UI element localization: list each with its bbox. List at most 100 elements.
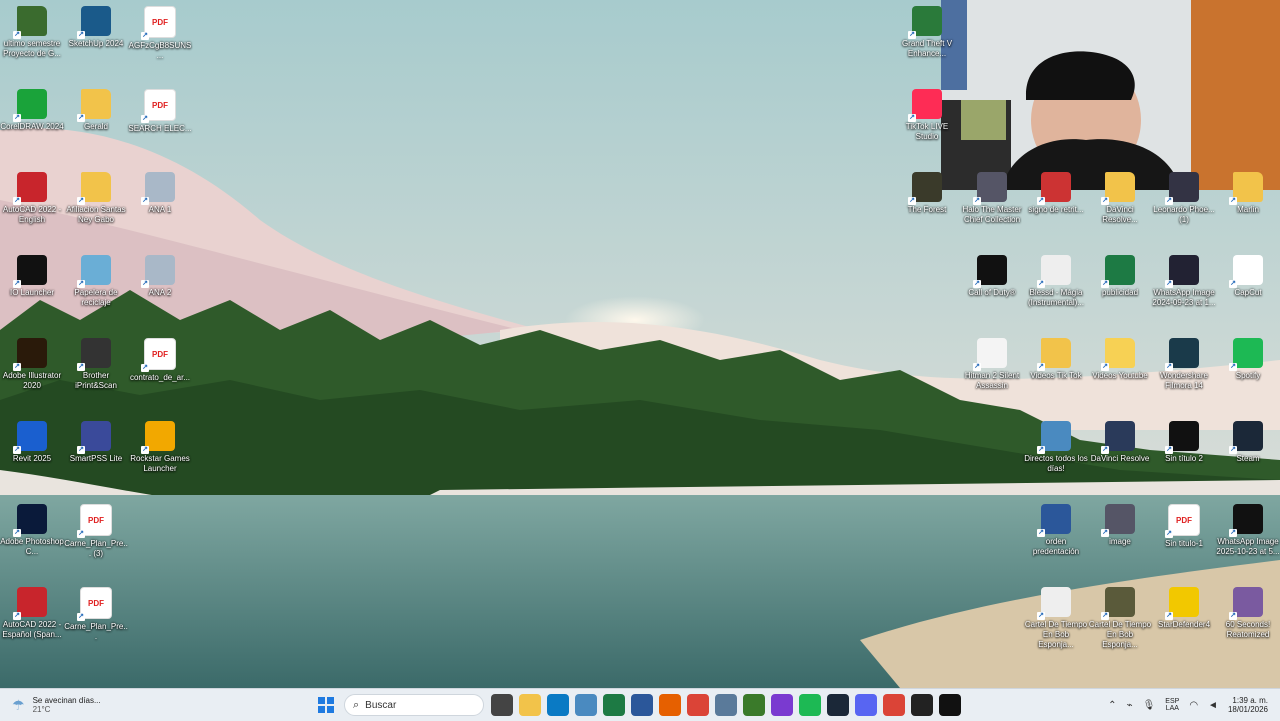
desktop-icon[interactable]: ↗ SmartPSS Lite [64, 417, 128, 464]
taskbar-search[interactable]: ⌕ Buscar [344, 694, 484, 716]
desktop-icon[interactable]: ↗ AutoCAD 2022 - English [0, 168, 64, 225]
desktop-icon-label: DaVinci Resolve... [1102, 205, 1138, 224]
image-icon: ↗ [1165, 172, 1199, 205]
shortcut-arrow-icon: ↗ [77, 114, 85, 122]
desktop-icon[interactable]: ↗ Rockstar Games Launcher [128, 417, 192, 474]
volume-icon[interactable]: ◄ [1208, 700, 1218, 711]
desktop-icon[interactable]: ↗ image [1088, 500, 1152, 547]
language-top: ESP [1165, 698, 1180, 705]
spotify-icon[interactable] [799, 694, 821, 716]
desktop-icon[interactable]: ↗ 60 Seconds! Reatomized [1216, 583, 1280, 640]
desktop-icon-label: SmartPSS Lite [69, 454, 123, 463]
desktop-icon[interactable]: ↗ Grand Theft V Enhance... [895, 2, 959, 59]
desktop-icon[interactable]: ↗ Steam [1216, 417, 1280, 464]
smartpss-icon: ↗ [77, 421, 111, 454]
photos-icon[interactable] [575, 694, 597, 716]
desktop-icon[interactable]: PDF ↗ AGFzCgB8SUNS... [128, 2, 192, 61]
desktop-icon[interactable]: ↗ WhatsApp Image 2025-10-23 at 5... [1216, 500, 1280, 557]
desktop-icon[interactable]: PDF ↗ Carne_Plan_Pre... [64, 583, 128, 642]
desktop-icon-label: contrato_de_ar... [129, 373, 191, 382]
start-button[interactable] [315, 694, 337, 716]
desktop-icon[interactable]: ↗ DaVinci Resolve... [1088, 168, 1152, 225]
chrome-profile-icon[interactable] [883, 694, 905, 716]
settings-icon[interactable] [715, 694, 737, 716]
steam-icon[interactable] [827, 694, 849, 716]
desktop-icon-label: Directos todos los días! [1024, 454, 1088, 473]
desktop-icon[interactable]: ↗ Revit 2025 [0, 417, 64, 464]
shortcut-arrow-icon: ↗ [1101, 363, 1109, 371]
desktop-icon[interactable]: ↗ AutoCAD 2022 - Español (Span... [0, 583, 64, 640]
microphone-icon[interactable]: 🎙 [1143, 700, 1156, 711]
desktop-icon[interactable]: ↗ Blessd - Mágia (Instrumental)... [1024, 251, 1088, 308]
desktop-icon[interactable]: ↗ Call of Duty® [960, 251, 1024, 298]
desktop-icon[interactable]: PDF ↗ Carne_Plan_Pre... (3) [64, 500, 128, 559]
shortcut-arrow-icon: ↗ [1101, 612, 1109, 620]
coreldraw-icon: ↗ [13, 89, 47, 122]
excel-icon[interactable] [603, 694, 625, 716]
wifi-icon[interactable]: ◠ [1189, 700, 1198, 711]
desktop-icon[interactable]: ↗ orden predentación [1024, 500, 1088, 557]
desktop-icon[interactable]: ↗ The Forest [895, 168, 959, 215]
desktop-icon[interactable]: ↗ Wondershare Filmora 14 [1152, 334, 1216, 391]
desktop-icon[interactable]: ↗ Videos Youtube [1088, 334, 1152, 381]
desktop-icon[interactable]: ↗ Directos todos los días! [1024, 417, 1088, 474]
clock-time: 1:39 a. m. [1232, 696, 1268, 705]
desktop-icon[interactable]: ↗ Marlin [1216, 168, 1280, 215]
shortcut-arrow-icon: ↗ [1037, 363, 1045, 371]
desktop-icon[interactable]: ↗ TikTok LIVE Studio [895, 85, 959, 142]
desktop-icon[interactable]: ↗ CapCut [1216, 251, 1280, 298]
weather-widget[interactable]: ☂ Se avecinan días... 21°C [0, 696, 312, 714]
desktop-icon[interactable]: PDF ↗ contrato_de_ar... [128, 334, 192, 383]
desktop-icon[interactable]: ↗ StarDefender4 [1152, 583, 1216, 630]
desktop-icon[interactable]: PDF ↗ SEARCH ELEC... [128, 85, 192, 134]
clock[interactable]: 1:39 a. m. 18/01/2026 [1228, 696, 1268, 714]
desktop-icon[interactable]: ↗ Adobe Photoshop C... [0, 500, 64, 557]
desktop-icon[interactable]: ↗ ANA 1 [128, 168, 192, 215]
word-icon[interactable] [631, 694, 653, 716]
desktop-icon[interactable]: ↗ Afiliacion Santas Ney Gabo [64, 168, 128, 225]
file-explorer-icon[interactable] [519, 694, 541, 716]
language-indicator[interactable]: ESP LAA [1165, 698, 1179, 712]
desktop-icon[interactable]: ↗ Papelera de reciclaje [64, 251, 128, 308]
desktop-icon[interactable]: ↗ DaVinci Resolve [1088, 417, 1152, 464]
github-icon[interactable] [911, 694, 933, 716]
network-icon[interactable]: ⌁ [1127, 700, 1133, 711]
desktop-icon[interactable]: ↗ WhatsApp Image 2024-09-23 at 1... [1152, 251, 1216, 308]
desktop-icon-label: Call of Duty® [968, 288, 1016, 297]
desktop-icon[interactable]: ↗ SketchUp 2024 [64, 2, 128, 49]
minecraft-icon[interactable] [743, 694, 765, 716]
desktop-icon[interactable]: ↗ Sin título 2 [1152, 417, 1216, 464]
desktop-area: ↗ ultimo semestre Proyecto de G... ↗ Sketch… [0, 0, 1280, 688]
shortcut-arrow-icon: ↗ [908, 114, 916, 122]
desktop-icon[interactable]: ↗ Halo The Master Chief Collection [960, 168, 1024, 225]
edge-icon[interactable] [547, 694, 569, 716]
discord-icon[interactable] [855, 694, 877, 716]
desktop-icon[interactable]: ↗ Cartel De Tiempo En Bob Esponja... [1024, 583, 1088, 650]
desktop-icon[interactable]: ↗ Hitman 2 Silent Assassin [960, 334, 1024, 391]
desktop-icon[interactable]: ↗ ANA 2 [128, 251, 192, 298]
chrome-icon[interactable] [687, 694, 709, 716]
desktop-icon[interactable]: ↗ Leonardo Phoe... (1) [1152, 168, 1216, 225]
desktop-icon[interactable]: ↗ Cartel De Tiempo En Bob Esponja... [1088, 583, 1152, 650]
image-icon: ↗ [141, 172, 175, 205]
desktop-icon[interactable]: ↗ signo de retrit... [1024, 168, 1088, 215]
desktop-icon[interactable]: PDF ↗ Sin titulo-1 [1152, 500, 1216, 549]
desktop-icon[interactable]: ↗ CorelDRAW 2024 [0, 85, 64, 132]
desktop-icon[interactable]: ↗ Spotify [1216, 334, 1280, 381]
callofduty-icon[interactable] [939, 694, 961, 716]
desktop-icon[interactable]: ↗ Gerald [64, 85, 128, 132]
desktop-icon[interactable]: ↗ publicidad [1088, 251, 1152, 298]
firefox-icon[interactable] [659, 694, 681, 716]
desktop-icon[interactable]: ↗ ultimo semestre Proyecto de G... [0, 2, 64, 59]
weather-text: Se avecinan días... [32, 696, 101, 705]
game-icon: ↗ [1229, 587, 1263, 620]
desktop-icon[interactable]: ↗ IO Launcher [0, 251, 64, 298]
autocad-icon: ↗ [13, 172, 47, 205]
desktop-icon[interactable]: ↗ Brother iPrint&Scan [64, 334, 128, 391]
obs-icon[interactable] [771, 694, 793, 716]
desktop-icon[interactable]: ↗ Videos Tik Tok [1024, 334, 1088, 381]
chevron-up-icon[interactable]: ⌃ [1108, 700, 1116, 711]
task-view-icon[interactable] [491, 694, 513, 716]
desktop-icon[interactable]: ↗ Adobe Illustrator 2020 [0, 334, 64, 391]
shortcut-arrow-icon: ↗ [1165, 530, 1173, 538]
